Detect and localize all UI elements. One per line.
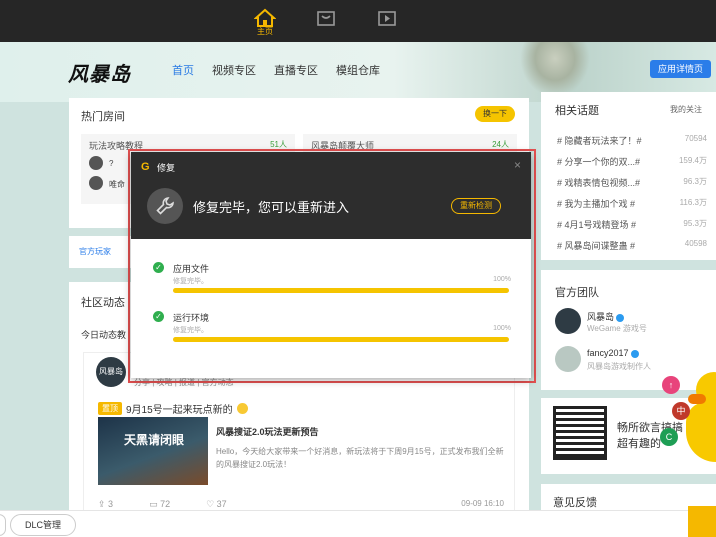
wegame-icon: G	[141, 161, 150, 173]
chat-float-icon[interactable]: 中	[672, 402, 690, 420]
prev-button[interactable]	[0, 514, 6, 536]
app-detail-button[interactable]: 应用详情页	[650, 60, 712, 78]
article-title[interactable]: 风暴搜证2.0玩法更新预告	[216, 425, 319, 438]
member-desc: WeGame 游戏号	[587, 324, 647, 333]
smile-emoji-icon	[236, 403, 248, 414]
check-icon: ✓	[153, 262, 164, 273]
close-icon[interactable]: ×	[514, 158, 521, 172]
qr-code	[553, 406, 607, 460]
item-percent: 100%	[493, 325, 511, 332]
top-bar: 主页	[0, 0, 716, 42]
corner-badge[interactable]	[688, 506, 716, 537]
avatar: 风暴岛	[96, 357, 126, 387]
feedback-title: 意见反馈	[553, 497, 597, 509]
progress-bar	[173, 288, 509, 293]
topic-item[interactable]: # 我为主播加个戏 #116.3万	[557, 197, 707, 210]
close-float-icon[interactable]: C	[660, 428, 678, 446]
today-label: 今日动态教	[81, 330, 127, 340]
avatar[interactable]	[555, 308, 581, 334]
avatar	[89, 176, 103, 190]
team-title: 官方团队	[555, 287, 599, 299]
community-title: 社区动态	[81, 297, 125, 309]
topics-title: 相关话题	[555, 105, 599, 117]
post-headline[interactable]: 置顶 9月15号一起来玩点新的	[98, 401, 248, 416]
verified-icon	[616, 313, 625, 322]
dialog-header: G 修复 × 修复完毕，您可以重新进入 重新检测	[131, 152, 531, 239]
home-label: 主页	[257, 27, 273, 36]
progress-fill	[173, 337, 509, 342]
tab-live[interactable]: 直播专区	[274, 62, 318, 78]
dlc-manage-button[interactable]: DLC管理	[10, 514, 77, 536]
room-user: ?	[109, 159, 114, 168]
article-thumbnail[interactable]: 天黑请闭眼	[98, 417, 208, 485]
topic-item[interactable]: # 隐藏者玩法来了！# 70594	[557, 134, 707, 147]
character-art	[520, 42, 590, 97]
pinned-badge: 置顶	[98, 402, 122, 415]
post-time: 09-09 16:10	[461, 499, 504, 508]
post-stats: ⇪ 3 ▭ 72 ♡ 37	[98, 499, 227, 510]
topics-card: 相关话题 我的关注 # 隐藏者玩法来了！# 70594 # 分享一个你的双...#…	[541, 92, 716, 260]
post-headline-text: 9月15号一起来玩点新的	[126, 405, 233, 416]
topic-item[interactable]: # 戏精表情包视频...# 96.3万	[557, 176, 707, 189]
repair-dialog: G 修复 × 修复完毕，您可以重新进入 重新检测 ✓ 应用文件 修复完毕。 10…	[131, 152, 531, 378]
room-user: 唯命	[109, 180, 125, 189]
duck-mascot[interactable]	[686, 372, 716, 462]
top-float-icon[interactable]: ↑	[662, 376, 680, 394]
avatar[interactable]	[555, 346, 581, 372]
verified-icon	[630, 349, 639, 358]
comment-count[interactable]: ▭ 72	[149, 499, 170, 510]
repair-message: 修复完毕，您可以重新进入	[193, 200, 350, 215]
article-description: Hello，今天给大家带来一个好消息，新玩法将于下周9月15号，正式发布我们全新…	[216, 447, 504, 469]
tab-home[interactable]: 首页	[172, 62, 194, 78]
hot-rooms-title: 热门房间	[81, 111, 125, 123]
member-name[interactable]: 风暴岛	[587, 310, 625, 323]
member-desc: 风暴岛游戏制作人	[587, 362, 651, 371]
wrench-icon	[147, 188, 183, 224]
progress-fill	[173, 288, 509, 293]
my-follow-link[interactable]: 我的关注	[670, 104, 702, 115]
like-count[interactable]: ♡ 37	[206, 499, 227, 510]
check-icon: ✓	[153, 311, 164, 322]
member-name[interactable]: fancy2017	[587, 348, 639, 358]
item-status: 修复完毕。	[173, 327, 208, 334]
item-status: 修复完毕。	[173, 278, 208, 285]
tab-mods[interactable]: 模组仓库	[336, 62, 380, 78]
progress-bar	[173, 337, 509, 342]
tab-videos[interactable]: 视频专区	[212, 62, 256, 78]
change-button[interactable]: 换一下	[475, 106, 515, 122]
video-icon[interactable]	[375, 6, 399, 30]
section-tabs: 首页 视频专区 直播专区 模组仓库	[172, 62, 380, 78]
share-count[interactable]: ⇪ 3	[98, 499, 113, 510]
topic-item[interactable]: # 风暴岛间谍整蛊 #40598	[557, 239, 707, 252]
item-percent: 100%	[493, 276, 511, 283]
recheck-button[interactable]: 重新检测	[451, 198, 501, 214]
avatar	[89, 156, 103, 170]
announcement-text: 官方玩家	[79, 247, 111, 256]
store-icon[interactable]	[314, 6, 338, 30]
topic-item[interactable]: # 4月1号戏精登场 #95.3万	[557, 218, 707, 231]
bottom-bar: DLC管理	[0, 510, 716, 537]
topic-item[interactable]: # 分享一个你的双...# 159.4万	[557, 155, 707, 168]
item-name: 运行环境	[173, 313, 210, 323]
game-logo: 风暴岛	[68, 64, 131, 86]
dialog-title: 修复	[157, 163, 176, 173]
item-name: 应用文件	[173, 264, 210, 274]
